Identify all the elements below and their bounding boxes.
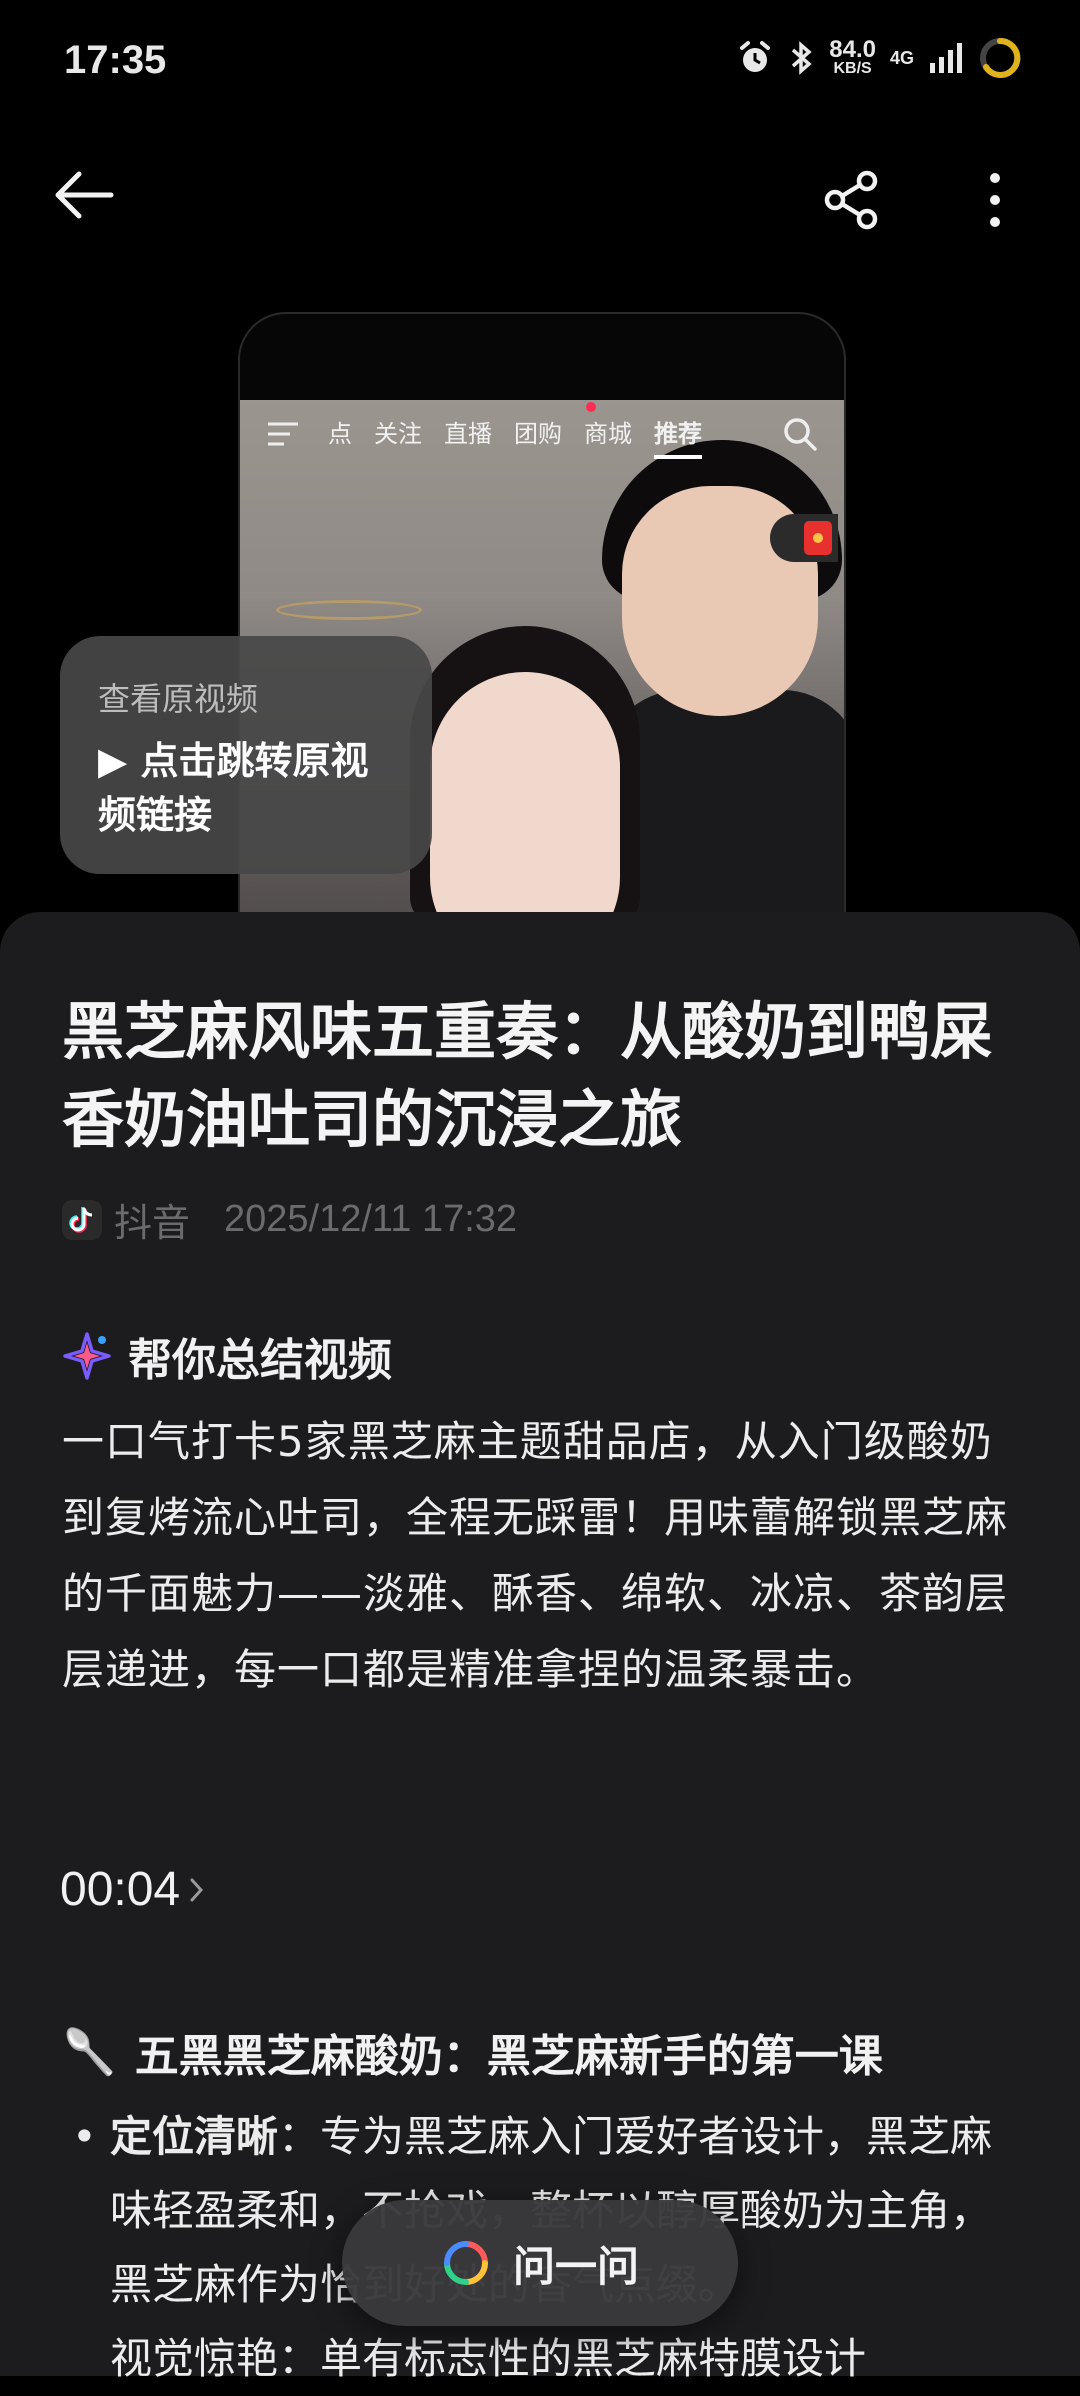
arrow-left-icon <box>55 171 114 219</box>
view-original-label: 查看原视频 <box>98 680 259 718</box>
article-date: 2025/12/11 17:32 <box>224 1198 518 1240</box>
more-vertical-icon <box>990 173 1000 227</box>
ai-assistant-icon <box>443 2241 488 2285</box>
app-tab: 团购 <box>514 420 562 448</box>
app-tab: 点 <box>328 420 352 448</box>
section-heading-text: 五黑黑芝麻酸奶：黑芝麻新手的第一课 <box>134 2031 883 2082</box>
battery-icon <box>980 37 1021 78</box>
timestamp-link[interactable]: 00:04 <box>60 1862 206 1917</box>
more-button[interactable] <box>960 160 1030 240</box>
status-time: 17:35 <box>64 38 167 82</box>
signal-icon <box>930 43 962 73</box>
app-tab: 关注 <box>374 420 422 448</box>
article-meta: 抖音 2025/12/11 17:32 <box>62 1192 517 1247</box>
list-item-partial: 视觉惊艳：单有标志性的黑芝麻特膜设计 <box>110 2334 867 2383</box>
app-tabs: 点 关注 直播 团购 商城 推荐 <box>328 414 702 459</box>
alarm-icon <box>740 41 771 72</box>
network-type: 4G <box>889 47 914 68</box>
search-icon <box>784 418 817 451</box>
ask-button[interactable]: 问一问 <box>342 2200 738 2326</box>
status-icons: 84.0 KB/S 4G <box>737 36 1022 80</box>
article-source: 抖音 <box>114 1201 191 1245</box>
timestamp-text: 00:04 <box>60 1863 181 1916</box>
summary-text: 一口气打卡5家黑芝麻主题甜品店，从入门级酸奶到复烤流心吐司，全程无踩雷！用味蕾解… <box>62 1417 1009 1694</box>
app-nav-bar: 点 关注 直播 团购 商城 推荐 <box>240 400 844 464</box>
ask-button-label: 问一问 <box>512 2241 639 2291</box>
notification-dot <box>586 402 596 412</box>
spoon-icon: 🥄 <box>62 2027 117 2078</box>
section-heading: 🥄 五黑黑芝麻酸奶：黑芝麻新手的第一课 <box>62 2020 883 2084</box>
douyin-icon <box>62 1199 102 1240</box>
menu-icon <box>268 422 298 446</box>
summary-heading-text: 帮你总结视频 <box>128 1335 392 1386</box>
back-button[interactable] <box>44 160 124 230</box>
view-original-card[interactable]: 查看原视频 ▶ 点击跳转原视频链接 <box>60 636 432 874</box>
summary-heading: 帮你总结视频 <box>62 1324 392 1388</box>
bullet-term: 定位清晰 <box>110 2112 279 2161</box>
article-title: 黑芝麻风味五重奏：从酸奶到鸭屎香奶油吐司的沉浸之旅 <box>62 995 993 1156</box>
network-speed: 84.0 KB/S <box>829 36 876 77</box>
bluetooth-icon <box>792 41 812 75</box>
red-packet-icon <box>770 514 838 562</box>
app-tab-active: 推荐 <box>654 414 702 459</box>
app-tab: 直播 <box>444 420 492 448</box>
app-tab: 商城 <box>584 420 632 448</box>
share-icon <box>824 170 878 230</box>
ai-sparkle-icon <box>63 1332 111 1380</box>
bullet-dot: • <box>72 2112 97 2161</box>
view-original-link[interactable]: ▶ 点击跳转原视频链接 <box>98 734 402 842</box>
chevron-right-icon <box>190 1878 204 1901</box>
share-button[interactable] <box>812 160 892 240</box>
ceiling-lamp <box>276 600 422 620</box>
